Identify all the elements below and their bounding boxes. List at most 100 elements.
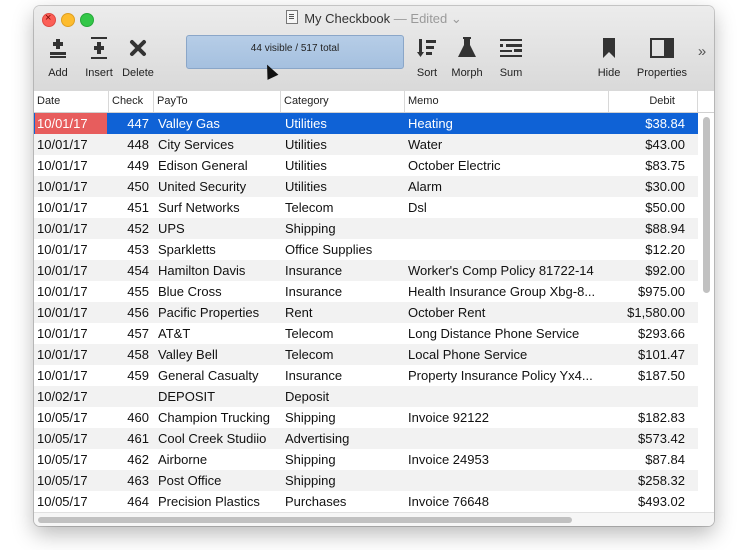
cell-debit[interactable]: $87.84 (609, 449, 685, 470)
table-row[interactable]: 10/01/17 457 AT&T Telecom Long Distance Phon… (34, 323, 698, 344)
edited-status[interactable]: — Edited ⌄ (394, 11, 462, 26)
cell-date[interactable]: 10/05/17 (35, 407, 107, 428)
cell-memo[interactable]: Invoice 92122 (408, 407, 606, 428)
cell-payto[interactable]: City Services (158, 134, 280, 155)
table-row[interactable]: 10/01/17 455 Blue Cross Insurance Health Ins… (34, 281, 698, 302)
cell-memo[interactable] (408, 428, 606, 449)
cell-debit[interactable]: $258.32 (609, 470, 685, 491)
cell-category[interactable]: Utilities (285, 113, 403, 134)
cell-date[interactable]: 10/01/17 (35, 113, 107, 134)
cell-memo[interactable]: Alarm (408, 176, 606, 197)
cell-memo[interactable] (408, 239, 606, 260)
cell-debit[interactable]: $975.00 (609, 281, 685, 302)
cell-debit[interactable]: $182.83 (609, 407, 685, 428)
cell-check[interactable]: 448 (109, 134, 149, 155)
cell-payto[interactable]: United Security (158, 176, 280, 197)
table-row[interactable]: 10/05/17 461 Cool Creek Studiio Advertising… (34, 428, 698, 449)
cell-payto[interactable]: Blue Cross (158, 281, 280, 302)
cell-payto[interactable]: Champion Trucking (158, 407, 280, 428)
cell-category[interactable]: Shipping (285, 218, 403, 239)
cell-category[interactable]: Telecom (285, 344, 403, 365)
cell-memo[interactable]: Property Insurance Policy Yx4... (408, 365, 606, 386)
cell-payto[interactable]: Sparkletts (158, 239, 280, 260)
cell-check[interactable]: 454 (109, 260, 149, 281)
cell-date[interactable]: 10/01/17 (35, 197, 107, 218)
column-header-date[interactable]: Date (34, 91, 109, 112)
add-button[interactable]: Add (46, 36, 70, 79)
cell-category[interactable]: Utilities (285, 176, 403, 197)
cell-date[interactable]: 10/01/17 (35, 134, 107, 155)
cell-payto[interactable]: Cool Creek Studiio (158, 428, 280, 449)
horizontal-scrollbar[interactable] (34, 512, 714, 526)
cell-memo[interactable]: Water (408, 134, 606, 155)
cell-memo[interactable]: Dsl (408, 197, 606, 218)
cell-check[interactable]: 462 (109, 449, 149, 470)
cell-date[interactable]: 10/01/17 (35, 365, 107, 386)
hide-button[interactable]: Hide (594, 36, 624, 79)
vertical-scroll-thumb[interactable] (703, 117, 710, 293)
cell-category[interactable]: Shipping (285, 449, 403, 470)
cell-check[interactable]: 449 (109, 155, 149, 176)
table-row[interactable]: 10/05/17 464 Precision Plastics Purchases In… (34, 491, 698, 512)
sort-button[interactable]: Sort (412, 36, 442, 79)
cell-payto[interactable]: Valley Bell (158, 344, 280, 365)
cell-category[interactable]: Shipping (285, 470, 403, 491)
table-row[interactable]: 10/01/17 447 Valley Gas Utilities Heating $38… (34, 113, 698, 134)
cell-debit[interactable]: $187.50 (609, 365, 685, 386)
cell-category[interactable]: Advertising (285, 428, 403, 449)
cell-debit[interactable]: $43.00 (609, 134, 685, 155)
cell-date[interactable]: 10/05/17 (35, 449, 107, 470)
cell-payto[interactable]: Precision Plastics (158, 491, 280, 512)
cell-memo[interactable]: Invoice 76648 (408, 491, 606, 512)
cell-memo[interactable] (408, 470, 606, 491)
cell-memo[interactable]: Long Distance Phone Service (408, 323, 606, 344)
column-header-payto[interactable]: PayTo (154, 91, 281, 112)
cell-payto[interactable]: Pacific Properties (158, 302, 280, 323)
cell-memo[interactable]: Local Phone Service (408, 344, 606, 365)
cell-date[interactable]: 10/01/17 (35, 323, 107, 344)
cell-date[interactable]: 10/01/17 (35, 218, 107, 239)
column-header-debit[interactable]: Debit (609, 91, 698, 112)
cell-payto[interactable]: General Casualty (158, 365, 280, 386)
cell-category[interactable]: Utilities (285, 155, 403, 176)
cell-date[interactable]: 10/01/17 (35, 344, 107, 365)
cell-category[interactable]: Insurance (285, 281, 403, 302)
morph-button[interactable]: Morph (448, 36, 486, 79)
cell-category[interactable]: Insurance (285, 365, 403, 386)
cell-memo[interactable] (408, 386, 606, 407)
cell-debit[interactable]: $1,580.00 (609, 302, 685, 323)
cell-date[interactable]: 10/01/17 (35, 176, 107, 197)
cell-check[interactable]: 456 (109, 302, 149, 323)
table-row[interactable]: 10/05/17 463 Post Office Shipping $258.32 (34, 470, 698, 491)
table-row[interactable]: 10/01/17 459 General Casualty Insurance Prop… (34, 365, 698, 386)
cell-category[interactable]: Shipping (285, 407, 403, 428)
cell-category[interactable]: Telecom (285, 197, 403, 218)
column-header-memo[interactable]: Memo (405, 91, 609, 112)
cell-payto[interactable]: UPS (158, 218, 280, 239)
cell-memo[interactable]: October Rent (408, 302, 606, 323)
cell-check[interactable]: 459 (109, 365, 149, 386)
cell-payto[interactable]: DEPOSIT (158, 386, 280, 407)
record-count-status[interactable]: 44 visible / 517 total (186, 35, 404, 69)
table-row[interactable]: 10/01/17 458 Valley Bell Telecom Local Phone… (34, 344, 698, 365)
cell-memo[interactable]: Health Insurance Group Xbg-8... (408, 281, 606, 302)
sum-button[interactable]: Sum (496, 36, 526, 79)
cell-debit[interactable]: $88.94 (609, 218, 685, 239)
cell-memo[interactable]: Heating (408, 113, 606, 134)
table-row[interactable]: 10/01/17 449 Edison General Utilities Octobe… (34, 155, 698, 176)
column-header-check[interactable]: Check (109, 91, 154, 112)
cell-payto[interactable]: Surf Networks (158, 197, 280, 218)
horizontal-scroll-thumb[interactable] (38, 517, 572, 523)
cell-check[interactable]: 464 (109, 491, 149, 512)
table-row[interactable]: 10/01/17 451 Surf Networks Telecom Dsl $50.00 (34, 197, 698, 218)
cell-category[interactable]: Purchases (285, 491, 403, 512)
cell-check[interactable]: 450 (109, 176, 149, 197)
table-row[interactable]: 10/01/17 450 United Security Utilities Alarm… (34, 176, 698, 197)
cell-debit[interactable]: $573.42 (609, 428, 685, 449)
cell-memo[interactable]: October Electric (408, 155, 606, 176)
cell-memo[interactable] (408, 218, 606, 239)
cell-debit[interactable]: $92.00 (609, 260, 685, 281)
cell-date[interactable]: 10/01/17 (35, 281, 107, 302)
cell-payto[interactable]: Edison General (158, 155, 280, 176)
cell-check[interactable]: 460 (109, 407, 149, 428)
